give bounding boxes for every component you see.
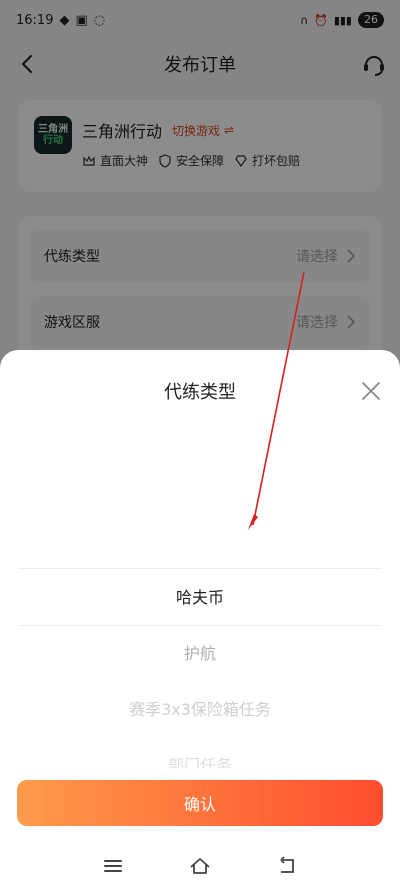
home-icon[interactable]	[188, 854, 212, 878]
picker-option[interactable]: 部门任务	[18, 736, 382, 768]
picker-option[interactable]: 护航	[18, 624, 382, 680]
confirm-button[interactable]: 确认	[17, 780, 383, 826]
system-nav-bar	[0, 846, 400, 886]
back-nav-icon[interactable]	[275, 854, 299, 878]
close-icon[interactable]	[360, 380, 382, 402]
picker-wheel[interactable]: 哈夫币 护航 赛季3x3保险箱任务 部门任务	[18, 568, 382, 768]
picker-selection-band	[18, 568, 382, 626]
sheet-title: 代练类型	[164, 382, 236, 403]
menu-icon[interactable]	[101, 854, 125, 878]
picker-option[interactable]: 赛季3x3保险箱任务	[18, 680, 382, 736]
